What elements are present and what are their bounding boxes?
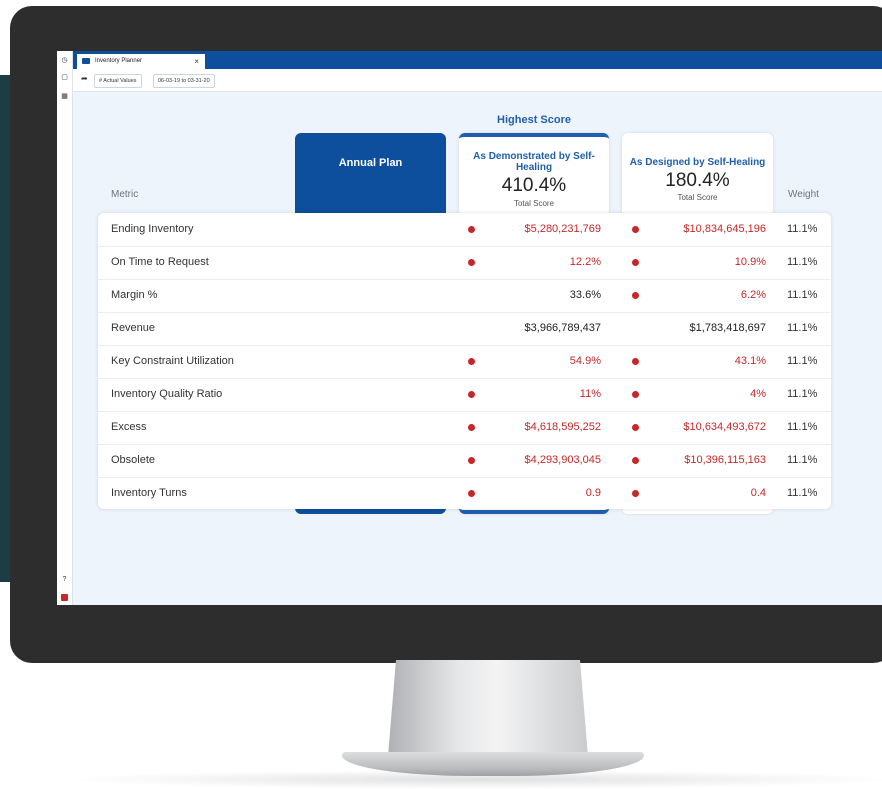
score-comparison: Highest Score Annual Plan As Demonstrate… xyxy=(57,91,882,605)
annual-plan-value: 13.3 xyxy=(417,487,439,499)
demonstrated-value: 54.9% xyxy=(569,355,601,367)
weight-value: 11.1% xyxy=(787,454,818,466)
toolbar: ➦ # Actual Values 06-03-19 to 03-31-20 xyxy=(73,69,882,92)
document-icon[interactable]: ▢ xyxy=(61,74,68,81)
demonstrated-total-score: 410.4% xyxy=(501,175,567,196)
annual-plan-value: $11,250,000 xyxy=(378,454,439,466)
monitor-stand-neck xyxy=(388,660,588,756)
designed-value: 10.9% xyxy=(734,256,766,268)
annual-plan-value: $7,168,689 xyxy=(383,223,439,235)
actual-values-chip[interactable]: # Actual Values xyxy=(94,74,142,88)
table-row: On Time to Request 95.0% 12.2% 10.9% 11.… xyxy=(98,246,831,279)
date-range-chip[interactable]: 06-03-19 to 03-31-20 xyxy=(153,74,215,88)
table-row: Inventory Turns 13.3 0.9 0.4 11.1% xyxy=(98,477,831,510)
annual-plan-value: $43,764,773 xyxy=(377,421,439,433)
weight-value: 11.1% xyxy=(787,289,818,301)
annual-plan-value: 95.0% xyxy=(407,355,439,367)
table-row: Key Constraint Utilization 95.0% 54.9% 4… xyxy=(98,345,831,378)
demonstrated-value: $5,280,231,769 xyxy=(524,223,601,235)
designed-value: $1,783,418,697 xyxy=(689,322,766,334)
designed-value: $10,834,645,196 xyxy=(683,223,766,235)
metric-name: Ending Inventory xyxy=(111,223,194,235)
tab-label: Inventory Planner xyxy=(95,58,143,64)
annual-plan-value: 62% xyxy=(416,388,439,400)
annual-plan-header: Annual Plan xyxy=(338,157,403,169)
share-arrow-icon[interactable]: ➦ xyxy=(81,74,88,83)
demonstrated-value: 33.6% xyxy=(569,289,601,301)
metric-name: Revenue xyxy=(111,322,156,334)
app-screen: ◷ ▢ ▦ ? Inventory Planner × ➦ # Actual V… xyxy=(57,51,882,605)
planner-icon xyxy=(82,58,90,64)
table-row: Margin % 14.7% 33.6% 6.2% 11.1% xyxy=(98,279,831,312)
table-row: Ending Inventory $7,168,689 $5,280,231,7… xyxy=(98,213,831,246)
demonstrated-header: As Demonstrated by Self-Healing xyxy=(473,151,595,173)
metric-name: On Time to Request xyxy=(111,256,209,268)
table-row: Revenue $117,691,793 $3,966,789,437 $1,7… xyxy=(98,312,831,345)
metric-name: Obsolete xyxy=(111,454,156,466)
designed-value: 43.1% xyxy=(734,355,766,367)
metric-column-header: Metric xyxy=(111,189,139,200)
designed-score-label: Total Score xyxy=(677,193,718,202)
weight-value: 11.1% xyxy=(787,487,818,499)
highest-score-label: Highest Score xyxy=(497,114,571,126)
designed-total-score: 180.4% xyxy=(665,170,730,191)
metric-name: Margin % xyxy=(111,289,158,301)
demonstrated-value: 11% xyxy=(579,388,601,400)
metric-name: Excess xyxy=(111,421,147,433)
weight-value: 11.1% xyxy=(787,421,818,433)
table-row: Inventory Quality Ratio 62% 11% 4% 11.1% xyxy=(98,378,831,411)
weight-column-header: Weight xyxy=(788,189,819,200)
weight-value: 11.1% xyxy=(787,322,818,334)
tab-inventory-planner[interactable]: Inventory Planner × xyxy=(77,54,205,69)
designed-value: 0.4 xyxy=(750,487,766,499)
demonstrated-value: $3,966,789,437 xyxy=(524,322,601,334)
demonstrated-score-label: Total Score xyxy=(513,199,555,208)
designed-value: 4% xyxy=(750,388,766,400)
table-row: Obsolete $11,250,000 $4,293,903,045 $10,… xyxy=(98,444,831,477)
demonstrated-value: $4,293,903,045 xyxy=(524,454,601,466)
annual-plan-value: 95.0% xyxy=(407,256,439,268)
clock-icon[interactable]: ◷ xyxy=(61,57,68,64)
weight-value: 11.1% xyxy=(787,223,818,235)
annual-plan-value: $117,691,793 xyxy=(372,322,439,334)
close-icon[interactable]: × xyxy=(194,54,199,69)
demonstrated-value: 0.9 xyxy=(585,487,601,499)
weight-value: 11.1% xyxy=(787,256,818,268)
designed-value: $10,634,493,672 xyxy=(683,421,766,433)
metric-name: Key Constraint Utilization xyxy=(111,355,234,367)
demonstrated-value: $4,618,595,252 xyxy=(524,421,601,433)
tab-bar: Inventory Planner × xyxy=(73,51,882,69)
weight-value: 11.1% xyxy=(787,388,818,400)
metric-name: Inventory Quality Ratio xyxy=(111,388,223,400)
table-row: Excess $43,764,773 $4,618,595,252 $10,63… xyxy=(98,411,831,444)
designed-header: As Designed by Self-Healing xyxy=(629,157,766,168)
annual-plan-value: 14.7% xyxy=(407,289,439,301)
demonstrated-value: 12.2% xyxy=(569,256,601,268)
designed-value: 6.2% xyxy=(740,289,766,301)
designed-value: $10,396,115,163 xyxy=(684,454,766,466)
weight-value: 11.1% xyxy=(787,355,818,367)
metric-name: Inventory Turns xyxy=(111,487,187,499)
